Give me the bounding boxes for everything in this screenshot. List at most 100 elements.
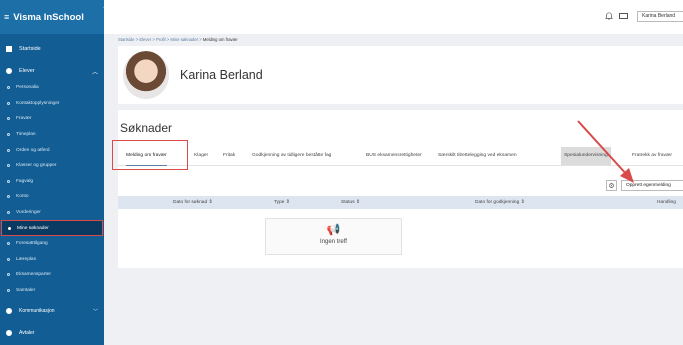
breadcrumb: Startside > Elever > Profil > Mine søkna… [118, 37, 238, 42]
breadcrumb-link-home[interactable]: Startside [118, 37, 135, 42]
sidebar-item-personalia[interactable]: Personalia [0, 80, 104, 96]
sidebar-item-absence[interactable]: Fravær [0, 111, 104, 127]
bullet-icon [7, 211, 10, 215]
column-label: Dato for godkjenning [475, 200, 520, 205]
button-label: Opprett egenmelding [626, 183, 671, 188]
sidebar-item-label: Samtaler [16, 288, 36, 294]
breadcrumb-current: Melding om fravær [202, 37, 238, 42]
sidebar-item-account[interactable]: Konto [0, 189, 104, 205]
sidebar-item-label: Mine søknader [17, 225, 49, 231]
sidebar-section-label: Elever [19, 68, 35, 74]
sidebar-item-label: Personalia [16, 85, 39, 91]
bullet-icon [7, 133, 10, 137]
bullet-icon [7, 148, 10, 152]
sidebar-section-communication[interactable]: Kommunikasjon ﹀ [0, 302, 104, 320]
user-menu[interactable]: Karina Berland [637, 11, 683, 22]
column-header-status[interactable]: Status ⇕ [341, 196, 360, 209]
sidebar-item-subject-choice[interactable]: Fagvalg [0, 174, 104, 190]
app-title: Visma InSchool [13, 11, 84, 23]
sidebar-section-label: Avtaler [19, 330, 35, 337]
breadcrumb-link-students[interactable]: Elever [139, 37, 151, 42]
sidebar-item-exam-parts[interactable]: Eksamensparter [0, 267, 104, 283]
sidebar-item-label: Kontaktopplysninger [16, 100, 60, 106]
tab-exam-adaptation[interactable]: Særskilt tilrettelegging ved eksamen [438, 147, 517, 165]
column-label: Status [341, 200, 355, 205]
sidebar: ≡ Visma InSchool Startside Elever ︿ Pers… [0, 0, 104, 345]
column-header-action: Handling [657, 196, 676, 209]
sidebar-item-conduct[interactable]: Orden og atferd [0, 142, 104, 158]
sort-icon: ⇕ [285, 200, 290, 205]
tab-special-education[interactable]: Spesialundervisning [561, 147, 611, 165]
sidebar-item-classes[interactable]: Klasser og grupper [0, 158, 104, 174]
mail-icon[interactable] [619, 13, 628, 19]
chevron-down-icon: ﹀ [92, 308, 98, 315]
table-header: Dato for søknad ⇕ Type ⇕ Status ⇕ Dato f… [118, 196, 683, 209]
calendar-icon [6, 330, 12, 337]
sidebar-item-label: Startside [19, 46, 41, 52]
breadcrumb-separator: > [152, 37, 155, 42]
sidebar-section-students[interactable]: Elever ︿ [0, 62, 104, 80]
sidebar-sublist: Personalia Kontaktopplysninger Fravær Ti… [0, 80, 104, 298]
topbar: Karina Berland [104, 0, 683, 34]
sidebar-item-label: Vurderinger [16, 210, 41, 216]
bullet-icon [7, 257, 10, 261]
sidebar-item-my-applications[interactable]: Mine søknader [1, 220, 103, 236]
breadcrumb-separator: > [166, 37, 170, 42]
tab-bar: Melding om fravær Klager Fritak Godkjenn… [118, 147, 683, 166]
chevron-up-icon: ︿ [91, 69, 98, 76]
gear-icon: ⚙ [608, 182, 615, 190]
breadcrumb-separator: > [199, 37, 202, 42]
sidebar-item-curriculum[interactable]: Læreplan [0, 252, 104, 268]
sidebar-item-contact[interactable]: Kontaktopplysninger [0, 96, 104, 112]
empty-state: 📢 Ingen treff [265, 218, 402, 255]
sidebar-item-guardian-access[interactable]: Foresatttilgang [0, 236, 104, 252]
highlight-frame-active-tab [112, 140, 188, 170]
tab-absence-deduction[interactable]: Fratrekk av fravær [632, 147, 672, 165]
sort-icon: ⇕ [355, 200, 360, 205]
bullet-icon [7, 273, 10, 277]
person-icon [6, 68, 12, 74]
sort-icon: ⇕ [520, 200, 525, 205]
sidebar-item-label: Timeplan [16, 132, 36, 138]
breadcrumb-link-profile[interactable]: Profil [156, 37, 166, 42]
column-label: Handling [657, 200, 676, 205]
tab-exemption[interactable]: Fritak [223, 147, 235, 165]
section-title: Søknader [120, 121, 173, 135]
column-header-application-date[interactable]: Dato for søknad ⇕ [173, 196, 213, 209]
sidebar-item-label: Klasser og grupper [16, 163, 57, 169]
sort-icon: ⇕ [208, 200, 213, 205]
sidebar-section-calendar[interactable]: Avtaler [0, 324, 104, 342]
bullet-icon [7, 117, 10, 121]
home-icon [6, 46, 12, 52]
column-label: Dato for søknad [173, 200, 208, 205]
column-header-approval-date[interactable]: Dato for godkjenning ⇕ [475, 196, 525, 209]
sidebar-item-label: Fagvalg [16, 178, 34, 184]
bullet-icon [7, 195, 10, 199]
bullet-icon [7, 179, 10, 183]
bullet-icon [7, 289, 10, 293]
tab-complaints[interactable]: Klager [194, 147, 208, 165]
bullet-icon [7, 101, 10, 105]
column-header-type[interactable]: Type ⇕ [274, 196, 290, 209]
bullet-icon [8, 226, 11, 230]
sidebar-item-assessments[interactable]: Vurderinger [0, 205, 104, 221]
avatar [123, 51, 169, 99]
menu-icon[interactable]: ≡ [4, 12, 9, 22]
breadcrumb-link-applications[interactable]: Mine søknader [170, 37, 198, 42]
bullet-icon [7, 164, 10, 168]
tab-prior-subjects[interactable]: Godkjenning av tidligere beståtte fag [252, 147, 331, 165]
user-name: Karina Berland [642, 13, 676, 19]
empty-state-text: Ingen treff [320, 239, 347, 245]
sidebar-item-label: Orden og atferd [16, 147, 50, 153]
create-self-report-button[interactable]: Opprett egenmelding [621, 180, 683, 191]
settings-button[interactable]: ⚙ [606, 180, 617, 191]
sidebar-item-timetable[interactable]: Timeplan [0, 127, 104, 143]
bullet-icon [7, 242, 10, 246]
app-brand[interactable]: ≡ Visma InSchool [0, 0, 104, 34]
bell-icon[interactable] [605, 12, 613, 20]
tab-bus-exam[interactable]: BUS eksamensrettigheter [366, 147, 422, 165]
sidebar-item-label: Fravær [16, 116, 32, 122]
sidebar-item-conversations[interactable]: Samtaler [0, 283, 104, 299]
column-label: Type [274, 200, 285, 205]
sidebar-item-home[interactable]: Startside [0, 40, 104, 58]
